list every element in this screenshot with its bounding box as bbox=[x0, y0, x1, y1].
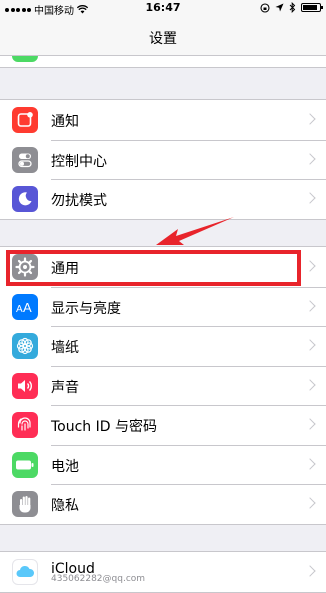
battery-icon bbox=[12, 451, 38, 478]
annotation-highlight-box bbox=[6, 250, 301, 286]
settings-row-sounds[interactable]: 声音 bbox=[0, 365, 326, 406]
chevron-right-icon bbox=[304, 497, 316, 509]
settings-row-wallpaper[interactable]: 墙纸 bbox=[0, 326, 326, 366]
moon-icon bbox=[12, 186, 38, 212]
page-title: 设置 bbox=[149, 31, 177, 47]
row-label: 声音 bbox=[51, 379, 79, 396]
hand-icon bbox=[12, 491, 38, 517]
status-bar: 中国移动 16:47 bbox=[0, 0, 326, 17]
settings-row-battery[interactable]: 电池 bbox=[0, 444, 326, 485]
svg-text:A: A bbox=[23, 300, 32, 315]
settings-row-notifications[interactable]: 通知 bbox=[0, 100, 326, 140]
settings-row-touch-id-passcode[interactable]: Touch ID 与密码 bbox=[0, 405, 326, 445]
battery-fill bbox=[303, 5, 317, 10]
chevron-right-icon bbox=[304, 260, 316, 272]
row-label: 隐私 bbox=[51, 498, 79, 514]
svg-text:A: A bbox=[16, 304, 23, 315]
partial-list-item[interactable] bbox=[0, 56, 326, 68]
chevron-right-icon bbox=[304, 457, 316, 470]
speaker-icon bbox=[12, 372, 38, 399]
settings-row-control-center[interactable]: 控制中心 bbox=[0, 139, 326, 180]
partial-app-icon bbox=[12, 56, 38, 62]
settings-group-3: iCloud 435062282@qq.com bbox=[0, 551, 326, 593]
settings-row-privacy[interactable]: 隐私 bbox=[0, 484, 326, 524]
row-label: 电池 bbox=[51, 458, 79, 475]
chevron-right-icon bbox=[304, 113, 316, 125]
chevron-right-icon bbox=[304, 565, 316, 577]
battery-indicator-icon bbox=[301, 3, 323, 12]
wallpaper-icon bbox=[12, 333, 38, 359]
chevron-right-icon bbox=[304, 192, 316, 204]
chevron-right-icon bbox=[304, 339, 316, 351]
bluetooth-icon bbox=[289, 2, 296, 13]
chevron-right-icon bbox=[304, 152, 316, 165]
fingerprint-icon bbox=[12, 412, 38, 438]
chevron-right-icon bbox=[304, 299, 316, 312]
notifications-icon bbox=[12, 107, 38, 133]
cloud-icon bbox=[12, 559, 38, 585]
row-label: 墙纸 bbox=[51, 340, 79, 356]
display-brightness-icon: A A bbox=[12, 293, 38, 320]
rotation-lock-icon bbox=[260, 2, 270, 13]
location-icon bbox=[275, 3, 284, 12]
settings-row-icloud[interactable]: iCloud 435062282@qq.com bbox=[0, 552, 326, 592]
control-center-icon bbox=[12, 146, 38, 173]
annotation-arrow bbox=[156, 217, 234, 245]
chevron-right-icon bbox=[304, 378, 316, 391]
chevron-right-icon bbox=[304, 418, 316, 430]
navigation-bar: 设置 bbox=[0, 16, 326, 56]
settings-row-do-not-disturb[interactable]: 勿扰模式 bbox=[0, 179, 326, 219]
row-label: Touch ID 与密码 bbox=[51, 419, 157, 435]
row-label: 控制中心 bbox=[51, 153, 107, 170]
settings-group-2: 通用 A A 显示与亮度 墙纸 声音 Touch ID 与密码 电池 隐私 bbox=[0, 246, 326, 525]
row-label: 勿扰模式 bbox=[51, 193, 107, 209]
settings-row-display-brightness[interactable]: A A 显示与亮度 bbox=[0, 286, 326, 327]
status-right bbox=[260, 2, 323, 13]
row-label: 显示与亮度 bbox=[51, 300, 121, 317]
row-label: 通知 bbox=[51, 114, 79, 130]
settings-group-1: 通知 控制中心 勿扰模式 bbox=[0, 99, 326, 220]
